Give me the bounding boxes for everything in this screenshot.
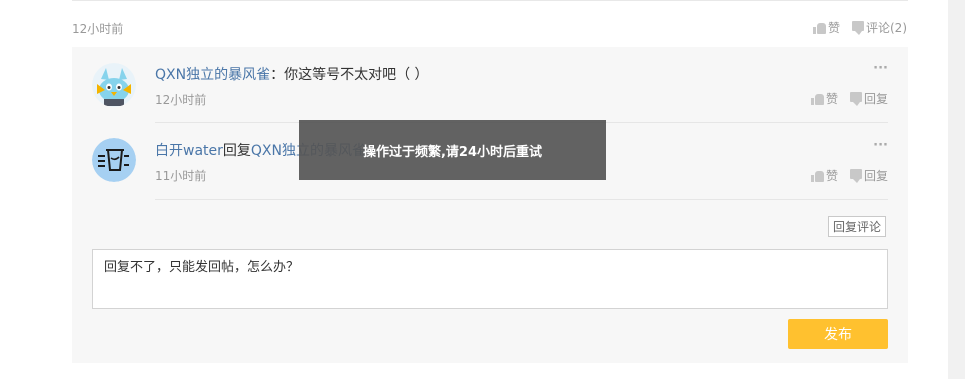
avatar-cup-image: [92, 138, 136, 182]
comment-icon: [849, 168, 862, 183]
avatar-bird-image: [92, 63, 136, 107]
reply-like-label: 赞: [825, 169, 838, 183]
reply-like-label: 赞: [825, 92, 838, 106]
reply-username[interactable]: 白开water: [155, 143, 223, 159]
more-options-icon[interactable]: ···: [873, 139, 888, 152]
reply-input[interactable]: 回复不了，只能发回帖，怎么办？: [92, 249, 888, 309]
post-like-button[interactable]: 赞: [812, 19, 840, 36]
divider: [155, 199, 888, 200]
avatar[interactable]: [92, 138, 136, 182]
reply-username[interactable]: QXN独立的暴风雀: [155, 67, 270, 83]
reply-word: 回复: [222, 143, 251, 159]
reply-like-button[interactable]: 赞: [810, 167, 838, 184]
reply-like-button[interactable]: 赞: [810, 90, 838, 107]
reply-time: 11小时前: [155, 169, 207, 183]
reply-content: 你这等号不太对吧（ ）: [284, 67, 429, 83]
reply-actions: 赞 回复: [810, 90, 888, 107]
thumbs-up-icon: [810, 170, 824, 182]
thumbs-up-icon: [812, 22, 826, 34]
post-comment-button[interactable]: 评论(2): [852, 19, 907, 36]
scrollbar-track[interactable]: [948, 0, 965, 379]
reply-item: QXN独立的暴风雀：你这等号不太对吧（ ） 12小时前 ··· 赞 回复: [72, 47, 908, 123]
reply-reply-label: 回复: [863, 92, 888, 106]
post-time: 12小时前: [72, 22, 124, 36]
thumbs-up-icon: [810, 93, 824, 105]
reply-time: 12小时前: [155, 93, 207, 107]
post-comment-label: 评论(2): [866, 21, 907, 35]
reply-reply-label: 回复: [863, 169, 888, 183]
reply-comment-button[interactable]: 回复评论: [828, 216, 886, 237]
more-options-icon[interactable]: ···: [873, 62, 888, 75]
reply-panel: QXN独立的暴风雀：你这等号不太对吧（ ） 12小时前 ··· 赞 回复 白开w…: [72, 47, 908, 363]
reply-reply-button[interactable]: 回复: [849, 167, 888, 184]
reply-text: QXN独立的暴风雀：你这等号不太对吧（ ）: [155, 64, 429, 84]
post-like-label: 赞: [827, 21, 840, 35]
comment-icon: [849, 91, 862, 106]
publish-button[interactable]: 发布: [788, 319, 888, 349]
post-actions: 赞 评论(2): [812, 19, 907, 36]
reply-separator: ：: [270, 67, 285, 83]
comment-icon: [852, 20, 864, 35]
toast-message: 操作过于频繁,请24小时后重试: [299, 120, 606, 180]
reply-reply-button[interactable]: 回复: [849, 90, 888, 107]
reply-actions: 赞 回复: [810, 167, 888, 184]
divider: [72, 0, 908, 1]
avatar[interactable]: [92, 63, 136, 107]
